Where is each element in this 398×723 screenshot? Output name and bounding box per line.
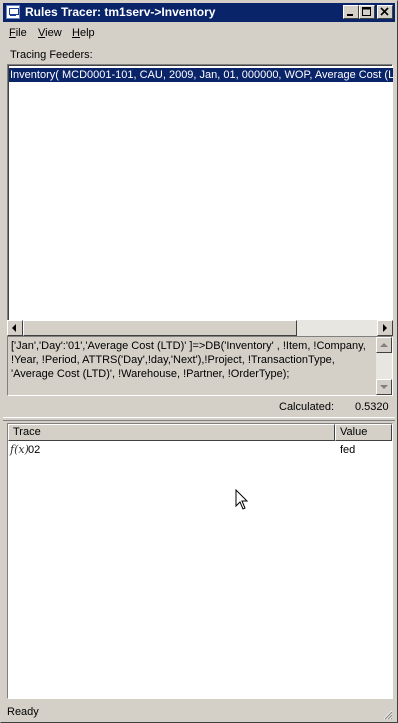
close-button[interactable] [377,5,393,19]
menu-view-rest: iew [45,27,62,39]
rule-text-box[interactable]: ['Jan','Day':'01','Average Cost (LTD)' ]… [7,336,393,396]
column-header-trace[interactable]: Trace [8,424,335,441]
status-bar: Ready [3,703,395,722]
panel-splitter[interactable] [3,417,395,421]
scroll-left-icon [12,324,16,332]
menu-file[interactable]: File [9,27,27,39]
tracing-feeders-label: Tracing Feeders: [10,49,93,61]
rule-text: ['Jan','Day':'01','Average Cost (LTD)' ]… [11,340,366,380]
scroll-down-button[interactable] [376,379,392,395]
close-icon [380,7,389,16]
maximize-icon [362,7,371,16]
menu-view[interactable]: View [38,27,62,39]
calculated-value: 0.5320 [355,401,389,413]
scroll-right-icon [383,324,387,332]
menu-help-rest: elp [79,27,95,39]
feeder-row-selected[interactable]: Inventory( MCD0001-101, CAU, 2009, Jan, … [9,68,393,82]
feeder-row-text: Inventory( MCD0001-101, CAU, 2009, Jan, … [10,69,393,81]
feeders-list[interactable]: Inventory( MCD0001-101, CAU, 2009, Jan, … [7,64,393,336]
scroll-down-icon [380,385,388,389]
menu-help-accel: H [72,27,80,39]
menu-file-accel: F [9,27,16,39]
window-title: Rules Tracer: tm1serv->Inventory [25,5,216,19]
function-icon: f(x) [10,443,29,456]
minimize-icon [347,14,353,16]
mouse-pointer-icon [235,489,249,510]
feeders-horizontal-scrollbar[interactable] [7,320,393,336]
menu-bar: File View Help [3,24,395,42]
window-controls [343,5,393,19]
calculated-label: Calculated: [279,401,335,413]
column-header-value[interactable]: Value [335,424,392,441]
menu-file-rest: ile [15,27,27,39]
status-text: Ready [7,706,39,718]
trace-row-value: fed [340,444,356,456]
title-bar[interactable]: Rules Tracer: tm1serv->Inventory [3,3,395,22]
trace-row-name[interactable]: 02 [28,444,40,456]
maximize-button[interactable] [359,5,375,19]
app-icon [6,5,20,19]
scroll-right-button[interactable] [377,320,393,336]
rule-vertical-scrollbar[interactable] [376,337,392,395]
trace-list[interactable]: Trace Value f(x) 02 fed [7,423,393,699]
resize-grip-icon[interactable] [381,708,393,720]
horizontal-scroll-thumb[interactable] [23,320,297,336]
scroll-up-icon [380,343,388,347]
scroll-up-button[interactable] [376,337,392,353]
menu-help[interactable]: Help [72,27,95,39]
minimize-button[interactable] [343,5,359,19]
scroll-left-button[interactable] [7,320,23,336]
rules-tracer-window: Rules Tracer: tm1serv->Inventory File Vi… [0,0,398,723]
